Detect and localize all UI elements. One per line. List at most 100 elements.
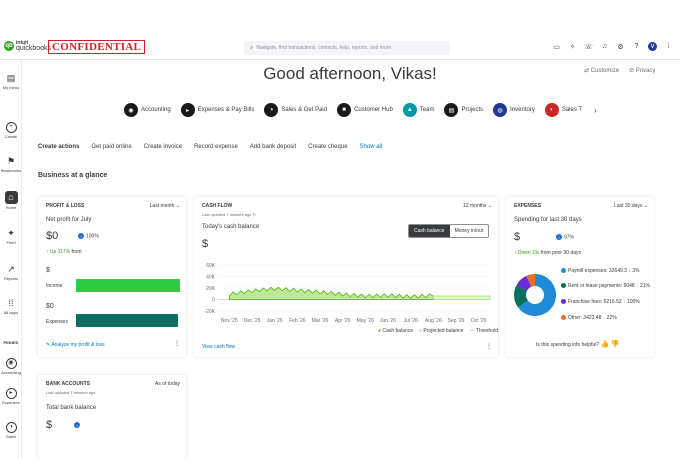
arrow-up-icon: ↑ — [636, 283, 639, 289]
sidebar-item-accounting[interactable]: ◉ Accounting — [0, 356, 22, 375]
clipboard-icon[interactable]: ▭ — [552, 42, 561, 51]
pill-sales-get-paid[interactable]: ◑ Sales & Get Paid — [264, 101, 333, 119]
expense-row-franchise[interactable]: Franchise fees: 5216.52 ↑ 100% — [561, 299, 640, 305]
accounting-icon: ◉ — [124, 103, 138, 117]
expenses-icon: ▸ — [0, 386, 22, 399]
x-tick-label: Jun '26 — [380, 318, 396, 324]
create-actions-bar: Create actions Get paid online Create in… — [38, 144, 382, 150]
pill-expenses-pay-bills[interactable]: ▸ Expenses & Pay Bills — [180, 101, 261, 119]
refresh-icon[interactable]: ↻ — [253, 212, 256, 217]
grid-icon: ⁞⁞ — [8, 298, 14, 308]
legend-dot — [561, 283, 566, 289]
pill-projects[interactable]: ▤ Projects — [444, 101, 489, 119]
accounting-icon: ◉ — [0, 356, 22, 369]
customize-link[interactable]: ⇄ Customize — [584, 67, 619, 74]
expense-row-other[interactable]: Other: 3422.48 ↑ 22% — [561, 315, 617, 321]
more-options-icon[interactable]: ⋮ — [174, 340, 180, 347]
cash-flow-view-toggle: Cash balance Money in/out — [408, 224, 490, 238]
toggle-money-in-out[interactable]: Money in/out — [450, 225, 489, 237]
cash-flow-subtitle: Today's cash balance — [202, 224, 260, 230]
profit-loss-period-dropdown[interactable]: Last month ⌄ — [150, 203, 180, 209]
action-add-bank-deposit[interactable]: Add bank deposit — [250, 144, 296, 150]
info-badge-icon: ! — [74, 422, 80, 428]
legend-dot — [561, 299, 566, 305]
apps-icon[interactable]: ⁞ — [664, 42, 673, 51]
sidebar-item-bookmarks[interactable]: ⚑ Bookmarks — [0, 156, 22, 173]
topbar-icons: ▭ ✧ ☏ ♫ ⚙ ? V ⁞ — [552, 42, 673, 51]
create-actions-heading: Create actions — [38, 144, 80, 150]
sidebar-item-feed[interactable]: ✦ Feed — [0, 228, 22, 245]
help-icon[interactable]: ? — [632, 42, 641, 51]
home-icon: ⌂ — [4, 191, 18, 204]
action-get-paid-online[interactable]: Get paid online — [91, 144, 131, 150]
view-cash-flow-link[interactable]: View cash flow — [202, 344, 235, 350]
toggle-cash-balance[interactable]: Cash balance — [409, 225, 450, 237]
sidebar-item-sales[interactable]: ◑ Sales — [0, 420, 22, 439]
expenses-bar[interactable] — [76, 314, 178, 327]
privacy-link[interactable]: ⊘ Privacy — [629, 67, 655, 74]
x-tick-label: Feb '26 — [289, 318, 306, 324]
sidebar-item-all-apps[interactable]: ⁞⁞ All apps — [0, 298, 22, 315]
projected-balance-area[interactable] — [432, 295, 491, 300]
sidebar-item-expenses[interactable]: ▸ Expenses — [0, 386, 22, 405]
x-tick-label: Aug '26 — [425, 318, 442, 324]
action-create-cheque[interactable]: Create cheque — [308, 144, 347, 150]
more-options-icon[interactable]: ⋮ — [486, 343, 492, 350]
legend-projected-balance: ● Projected balance — [419, 328, 464, 334]
sidebar-item-home[interactable]: ⌂ Home — [0, 191, 22, 210]
sidebar-item-create[interactable]: + Create — [0, 120, 22, 139]
thumbs-down-icon[interactable]: 👎 — [611, 341, 620, 348]
expense-row-rent[interactable]: Rent or lease payments: 9048 ↑ 21% — [561, 283, 650, 289]
pill-customer-hub[interactable]: ■ Customer Hub — [337, 101, 399, 119]
x-tick-label: Jul '26 — [404, 318, 419, 324]
cash-flow-legend: ● Cash balance ● Projected balance — Thr… — [378, 328, 498, 334]
settings-icon[interactable]: ⚙ — [616, 42, 625, 51]
bank-accounts-updated: Last updated 7 minutes ago — [46, 390, 96, 395]
cash-flow-period-dropdown[interactable]: 12 months ⌄ — [463, 203, 492, 209]
bell-icon[interactable]: ♫ — [600, 42, 609, 51]
thumbs-up-icon[interactable]: 👍 — [601, 341, 610, 348]
x-tick-label: Mar '26 — [312, 318, 329, 324]
action-record-expense[interactable]: Record expense — [194, 144, 238, 150]
y-tick-label: 20K — [206, 286, 216, 292]
expenses-donut-chart[interactable] — [512, 262, 558, 328]
privacy-icon: ⊘ — [629, 68, 635, 74]
quickbooks-logo[interactable]: qb intuit quickbooks — [4, 40, 51, 52]
x-tick-label: Dec '25 — [244, 318, 261, 324]
sidebar-item-my-menu[interactable]: ▤ My menu — [0, 73, 22, 90]
user-avatar-icon[interactable]: V — [648, 42, 657, 51]
arrow-down-icon: ↓ — [514, 250, 517, 256]
top-bar: qb intuit quickbooks CONFIDENTIAL ⌕ Navi… — [0, 36, 680, 60]
sales-icon: ◑ — [0, 420, 22, 433]
cash-balance-area[interactable] — [228, 286, 434, 300]
pinned-label: PINNED — [3, 340, 19, 345]
income-bar[interactable] — [76, 279, 180, 292]
expenses-period-dropdown[interactable]: Last 30 days ⌄ — [614, 203, 648, 209]
lightbulb-icon[interactable]: ✧ — [568, 42, 577, 51]
analyze-profit-loss-link[interactable]: ✎ Analyze my profit & loss — [46, 342, 105, 348]
pill-inventory[interactable]: ◍ Inventory — [493, 101, 541, 119]
expenses-title: EXPENSES — [514, 203, 541, 209]
expense-row-payroll[interactable]: Payroll expenses: 32649.3 ↓ 3% — [561, 268, 639, 274]
pill-accounting[interactable]: ◉ Accounting — [124, 101, 177, 119]
show-all-link[interactable]: Show all — [360, 144, 383, 150]
phone-icon[interactable]: ☏ — [584, 42, 593, 51]
sales-tax-icon: ◐ — [544, 103, 559, 117]
cash-flow-card: CASH FLOW 12 months ⌄ Last updated 7 min… — [194, 197, 498, 357]
bank-accounts-title: BANK ACCOUNTS — [46, 381, 90, 387]
reports-icon: ↗ — [7, 264, 15, 274]
net-profit-amount: $0 — [46, 230, 59, 242]
menu-icon: ▤ — [6, 73, 16, 83]
global-search[interactable]: ⌕ Navigate, find transactions, contacts,… — [244, 41, 450, 55]
pill-sales-tax[interactable]: ◐ Sales T — [544, 101, 588, 119]
bank-balance-amount: $ — [46, 419, 53, 431]
sidebar-item-reports[interactable]: ↗ Reports — [0, 264, 22, 281]
helpful-question: Is this spending info helpful? 👍 👎 — [536, 341, 620, 348]
cash-flow-title: CASH FLOW — [202, 203, 233, 209]
action-create-invoice[interactable]: Create invoice — [144, 144, 182, 150]
chevron-right-icon[interactable]: › — [594, 106, 597, 115]
projects-icon: ▤ — [444, 103, 459, 117]
pill-team[interactable]: ▲ Team — [402, 101, 441, 119]
cash-flow-chart[interactable]: 60K 40K 20K 0 -20K Nov '25 Dec '25 Jan '26 Feb '… — [194, 259, 498, 325]
customer-hub-icon: ■ — [337, 103, 352, 117]
